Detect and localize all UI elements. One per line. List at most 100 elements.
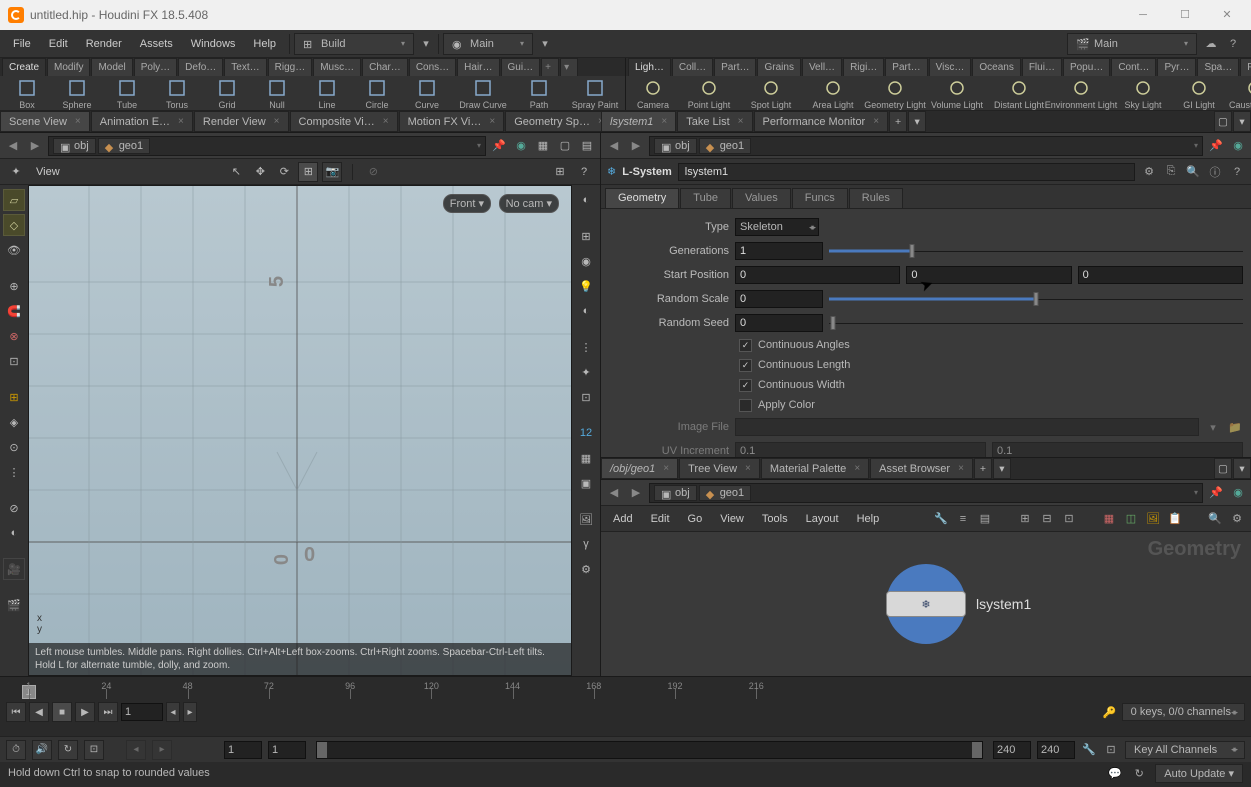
select-contained-icon[interactable]: ◇ bbox=[3, 214, 25, 236]
render-flag-icon[interactable]: ◉ bbox=[512, 137, 530, 155]
shaded-icon[interactable]: ◉ bbox=[575, 250, 597, 272]
play-forward-button[interactable]: ▶ bbox=[75, 702, 95, 722]
ghost-icon[interactable]: ◐ bbox=[3, 522, 25, 544]
shelf-tab[interactable]: Hair… bbox=[457, 58, 499, 76]
param-pin-icon[interactable]: 📌 bbox=[1207, 137, 1225, 155]
param-tab[interactable]: Funcs bbox=[792, 188, 848, 208]
snap-multi-icon[interactable]: ⋮ bbox=[3, 461, 25, 483]
scope-dropdown-arrow[interactable]: ▾ bbox=[537, 36, 553, 52]
pane-tab[interactable]: Performance Monitor× bbox=[754, 111, 889, 132]
shelf-item[interactable]: Camera bbox=[630, 77, 676, 110]
shelf-item[interactable]: Box bbox=[4, 77, 50, 110]
camera-lock-icon[interactable]: 📷 bbox=[322, 162, 342, 182]
net-nav-fwd[interactable]: ▶ bbox=[627, 484, 645, 502]
shelf-tab[interactable]: Create bbox=[2, 58, 46, 76]
pane-tab[interactable]: Tree View× bbox=[679, 458, 760, 479]
pane-tab[interactable]: Material Palette× bbox=[761, 458, 869, 479]
shelf-item[interactable]: Draw Curve bbox=[454, 77, 512, 110]
shelf-tab[interactable]: Cons… bbox=[409, 58, 456, 76]
shelf-tab[interactable]: Coll… bbox=[672, 58, 713, 76]
stop-button[interactable]: ■ bbox=[52, 702, 72, 722]
first-frame-button[interactable]: ⏮ bbox=[6, 702, 26, 722]
snap-point-icon[interactable]: ⊙ bbox=[3, 436, 25, 458]
display-opts-icon[interactable]: ⚙ bbox=[575, 558, 597, 580]
shelf-tab[interactable]: Grains bbox=[757, 58, 800, 76]
auto-update-menu[interactable]: Auto Update ▾ bbox=[1155, 764, 1243, 783]
shelf-tab[interactable]: Modify bbox=[47, 58, 90, 76]
snap-prim-icon[interactable]: ◈ bbox=[3, 411, 25, 433]
realtime-toggle[interactable]: ⏱ bbox=[6, 740, 26, 760]
pane-tab[interactable]: Take List× bbox=[677, 111, 752, 132]
shelf-tab[interactable]: Flui… bbox=[1022, 58, 1062, 76]
shelf-tab-control[interactable]: + bbox=[541, 58, 559, 76]
close-icon[interactable]: × bbox=[75, 116, 81, 127]
shelf-item[interactable]: Environment Light bbox=[1052, 77, 1110, 110]
handle-icon[interactable]: ⊕ bbox=[3, 275, 25, 297]
pin-icon[interactable]: 📌 bbox=[490, 137, 508, 155]
shelf-tab[interactable]: Rigg… bbox=[268, 58, 313, 76]
minimize-button[interactable]: ─ bbox=[1127, 3, 1159, 27]
shelf-item[interactable]: Caustic Light bbox=[1226, 77, 1251, 110]
shelf-tab[interactable]: Visc… bbox=[929, 58, 972, 76]
shelf-item[interactable]: Torus bbox=[154, 77, 200, 110]
param-path-geo1[interactable]: ◆geo1 bbox=[699, 138, 751, 154]
menu-assets[interactable]: Assets bbox=[131, 34, 182, 54]
range-end-outer-field[interactable] bbox=[1037, 741, 1075, 759]
menu-help[interactable]: Help bbox=[244, 34, 285, 54]
generations-slider[interactable] bbox=[829, 246, 1243, 256]
type-select[interactable]: Skeleton bbox=[735, 218, 819, 236]
primnum-icon[interactable]: ▦ bbox=[575, 447, 597, 469]
cont-angles-checkbox[interactable] bbox=[739, 339, 752, 352]
last-frame-button[interactable]: ⏭ bbox=[98, 702, 118, 722]
shelf-tab[interactable]: Oceans bbox=[972, 58, 1020, 76]
network-path-field[interactable]: ▣obj ◆geo1 ▾ bbox=[649, 483, 1203, 503]
shelf-item[interactable]: Volume Light bbox=[928, 77, 986, 110]
net-pin-icon[interactable]: 📌 bbox=[1207, 484, 1225, 502]
shelf-item[interactable]: Point Light bbox=[680, 77, 738, 110]
param-help-icon[interactable]: ? bbox=[1229, 164, 1245, 180]
shelf-item[interactable]: Area Light bbox=[804, 77, 862, 110]
shelf-item[interactable]: Grid bbox=[204, 77, 250, 110]
cplane-icon[interactable]: ⊡ bbox=[3, 350, 25, 372]
desktop-selector-left[interactable]: ⊞ Build bbox=[294, 33, 414, 55]
xray-icon[interactable]: ⊘ bbox=[3, 497, 25, 519]
gear-icon[interactable]: ⚙ bbox=[1141, 164, 1157, 180]
pane-tab-control[interactable]: + bbox=[889, 111, 907, 132]
timeline-scrub[interactable]: 1 124487296120144168192216 bbox=[0, 677, 1251, 699]
shelf-item[interactable]: Curve bbox=[404, 77, 450, 110]
net-tool-color1-icon[interactable]: ▦ bbox=[1101, 511, 1117, 527]
close-icon[interactable]: × bbox=[958, 463, 964, 474]
range-end-inner-field[interactable] bbox=[993, 741, 1031, 759]
pane-tab[interactable]: Motion FX Vi…× bbox=[399, 111, 505, 132]
display-normals-icon[interactable]: ✦ bbox=[575, 361, 597, 383]
pane-tab-control[interactable]: ▾ bbox=[993, 458, 1011, 479]
net-tool-grid1-icon[interactable]: ⊞ bbox=[1017, 511, 1033, 527]
node-lsystem1[interactable]: ❄ bbox=[886, 591, 966, 617]
pane-tab[interactable]: /obj/geo1× bbox=[601, 458, 678, 479]
cont-width-checkbox[interactable] bbox=[739, 379, 752, 392]
key-next-button[interactable]: ▸ bbox=[152, 740, 172, 760]
desktop-dropdown-arrow[interactable]: ▾ bbox=[418, 36, 434, 52]
shelf-tab[interactable]: Musc… bbox=[313, 58, 361, 76]
pane-tab[interactable]: Geometry Sp…× bbox=[505, 111, 613, 132]
pane-menu-icon[interactable]: ▾ bbox=[1233, 458, 1251, 479]
desktop-selector-right[interactable]: ◉ Main bbox=[443, 33, 533, 55]
nav-fwd[interactable]: ▶ bbox=[26, 137, 44, 155]
apply-color-checkbox[interactable] bbox=[739, 399, 752, 412]
param-path-obj[interactable]: ▣obj bbox=[654, 138, 697, 154]
shelf-tab[interactable]: Rigi… bbox=[843, 58, 884, 76]
channel-list-icon[interactable]: ⊡ bbox=[1103, 742, 1119, 758]
shelf-item[interactable]: Geometry Light bbox=[866, 77, 924, 110]
cloud-icon[interactable]: ☁ bbox=[1203, 36, 1219, 52]
param-tab[interactable]: Rules bbox=[849, 188, 903, 208]
bg-image-icon[interactable]: 🖼 bbox=[575, 508, 597, 530]
template-icon[interactable]: ▦ bbox=[534, 137, 552, 155]
shelf-tab[interactable]: Ligh… bbox=[628, 58, 671, 76]
layout-icon[interactable]: ⊞ bbox=[550, 162, 570, 182]
randscale-field[interactable] bbox=[735, 290, 823, 308]
randseed-slider[interactable] bbox=[829, 318, 1243, 328]
vertexnum-icon[interactable]: ▣ bbox=[575, 472, 597, 494]
rotate-tool-icon[interactable]: ⟳ bbox=[274, 162, 294, 182]
shelf-tab[interactable]: Cont… bbox=[1111, 58, 1156, 76]
viewport-path-field[interactable]: ▣obj ◆geo1 ▾ bbox=[48, 136, 486, 156]
